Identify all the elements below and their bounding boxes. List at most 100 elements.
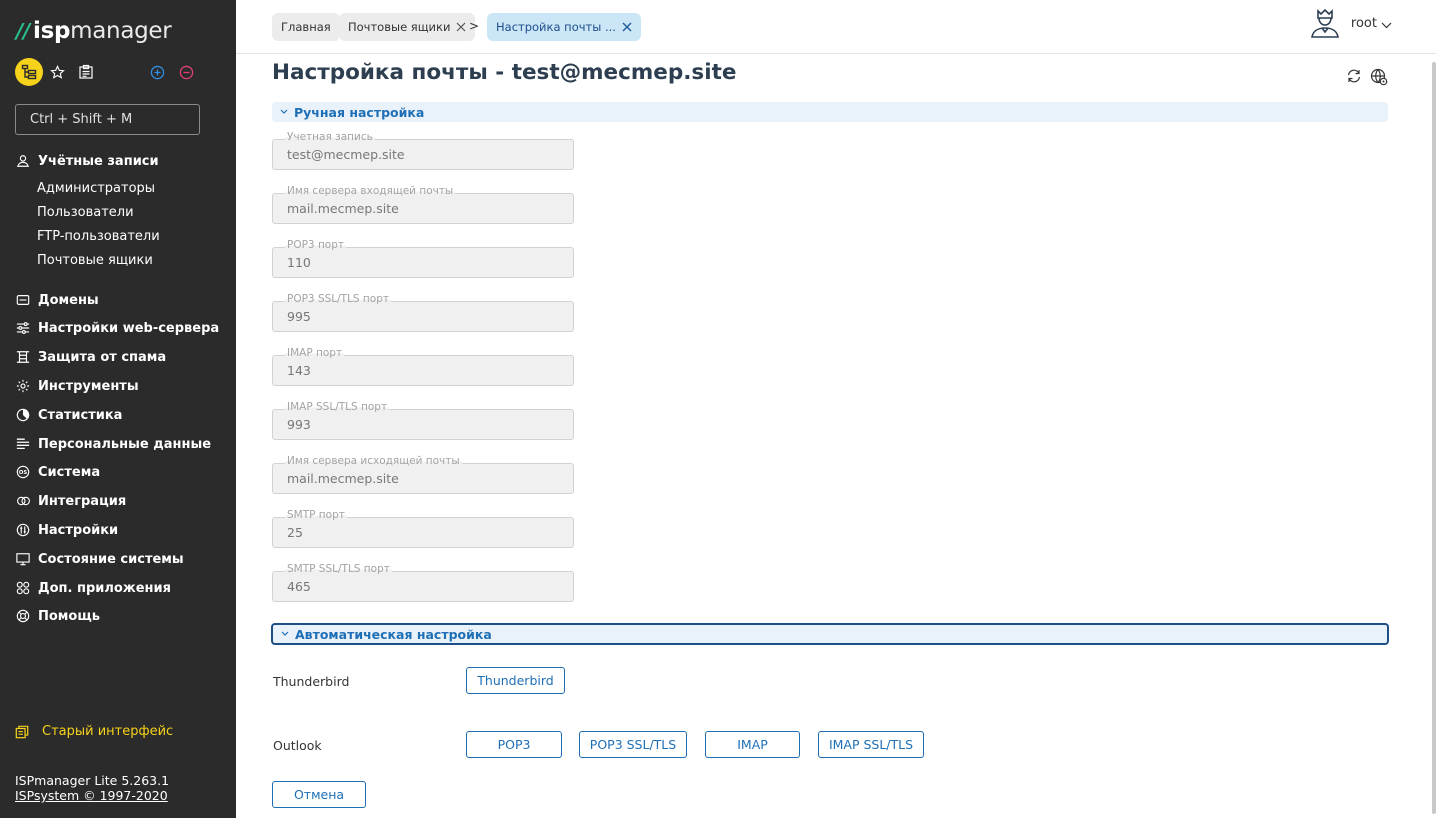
apps-icon — [15, 580, 31, 596]
os-icon: OS — [15, 464, 31, 480]
sidebar-item-help[interactable]: Помощь — [0, 605, 236, 627]
globe-settings-icon[interactable] — [1370, 68, 1388, 90]
clipboard-button[interactable] — [72, 58, 100, 86]
sidebar-item-label: Помощь — [38, 608, 100, 624]
field-label: Имя сервера исходящей почты — [285, 455, 462, 467]
sidebar-item-label: Домены — [38, 292, 99, 308]
field-label: POP3 SSL/TLS порт — [285, 293, 392, 305]
favorites-button[interactable] — [43, 58, 71, 86]
sidebar-item-webserver[interactable]: Настройки web-сервера — [0, 317, 236, 339]
old-interface-icon — [15, 725, 29, 738]
expand-all-button[interactable] — [143, 58, 171, 86]
menu-search-input[interactable]: Ctrl + Shift + M — [15, 104, 200, 135]
sidebar-item-label: Персональные данные — [38, 436, 212, 452]
imap-ssl-port-field[interactable]: IMAP SSL/TLS порт 993 — [272, 401, 574, 440]
tab-label: Почтовые ящики — [348, 20, 451, 34]
thunderbird-button[interactable]: Thunderbird — [466, 667, 565, 694]
sidebar-subitem-admins[interactable]: Администраторы — [37, 178, 155, 198]
copyright-link[interactable]: ISPsystem © 1997-2020 — [15, 788, 169, 803]
logo-manager: manager — [70, 18, 172, 44]
imap-port-field[interactable]: IMAP порт 143 — [272, 347, 574, 386]
sidebar-item-settings[interactable]: Настройки — [0, 519, 236, 541]
account-field[interactable]: Учетная запись test@mecmep.site — [272, 131, 574, 170]
field-value: 25 — [287, 525, 303, 540]
section-title: Ручная настройка — [294, 104, 425, 120]
smtp-ssl-port-field[interactable]: SMTP SSL/TLS порт 465 — [272, 563, 574, 602]
monitor-icon — [15, 551, 31, 567]
field-label: SMTP порт — [285, 509, 347, 521]
chevron-down-icon — [281, 631, 289, 637]
field-label: POP3 порт — [285, 239, 347, 251]
breadcrumb-separator: > — [469, 19, 480, 33]
spam-icon — [15, 349, 31, 365]
user-menu[interactable]: root — [1309, 7, 1392, 39]
sidebar-item-domains[interactable]: Домены — [0, 289, 236, 311]
sidebar-item-statistics[interactable]: Статистика — [0, 404, 236, 426]
svg-text:OS: OS — [19, 470, 27, 476]
sidebar-item-accounts[interactable]: Учётные записи — [0, 150, 236, 172]
main-content: Настройка почты - test@mecmep.site Ручна… — [236, 54, 1436, 818]
field-value: 995 — [287, 309, 311, 324]
tab-mailboxes[interactable]: Почтовые ящики — [339, 13, 476, 41]
outgoing-server-field[interactable]: Имя сервера исходящей почты mail.mecmep.… — [272, 455, 574, 494]
incoming-server-field[interactable]: Имя сервера входящей почты mail.mecmep.s… — [272, 185, 574, 224]
old-interface-link[interactable]: Старый интерфейс — [15, 724, 173, 739]
outlook-imap-ssl-button[interactable]: IMAP SSL/TLS — [818, 731, 924, 758]
cancel-button[interactable]: Отмена — [272, 781, 366, 808]
sidebar-item-label: Система — [38, 464, 101, 480]
integration-icon — [15, 493, 31, 509]
sidebar-item-system-status[interactable]: Состояние системы — [0, 548, 236, 570]
sidebar-subitem-ftp-users[interactable]: FTP-пользователи — [37, 226, 160, 246]
pop3-port-field[interactable]: POP3 порт 110 — [272, 239, 574, 278]
logo[interactable]: // isp manager — [16, 18, 172, 44]
old-interface-label: Старый интерфейс — [42, 724, 174, 739]
version-text: ISPmanager Lite 5.263.1 — [15, 773, 170, 788]
tab-label: Главная — [281, 20, 331, 34]
auto-settings-section[interactable]: Автоматическая настройка — [271, 623, 1389, 645]
sidebar-item-label: Доп. приложения — [38, 580, 171, 596]
chevron-down-icon — [280, 109, 288, 115]
field-value: 993 — [287, 417, 311, 432]
page-title: Настройка почты - test@mecmep.site — [272, 60, 737, 85]
field-label: IMAP порт — [285, 347, 345, 359]
field-label: SMTP SSL/TLS порт — [285, 563, 392, 575]
sidebar-item-personal-data[interactable]: Персональные данные — [0, 433, 236, 455]
outlook-pop3-button[interactable]: POP3 — [466, 731, 562, 758]
plus-circle-icon — [150, 65, 164, 79]
outlook-imap-button[interactable]: IMAP — [705, 731, 800, 758]
smtp-port-field[interactable]: SMTP порт 25 — [272, 509, 574, 548]
gear-icon — [15, 378, 31, 394]
menu-tree-button[interactable] — [15, 58, 43, 86]
tab-home[interactable]: Главная — [272, 13, 340, 41]
header: Главная Почтовые ящики > Настройка почты… — [236, 0, 1436, 54]
field-value: mail.mecmep.site — [287, 201, 399, 216]
sidebar-subitem-mailboxes[interactable]: Почтовые ящики — [37, 250, 153, 270]
sidebar-item-tools[interactable]: Инструменты — [0, 375, 236, 397]
field-label: IMAP SSL/TLS порт — [285, 401, 390, 413]
close-icon[interactable] — [622, 22, 632, 32]
refresh-icon[interactable] — [1346, 68, 1362, 90]
sidebar-item-apps[interactable]: Доп. приложения — [0, 577, 236, 599]
sidebar-item-system[interactable]: OS Система — [0, 461, 236, 483]
pop3-ssl-port-field[interactable]: POP3 SSL/TLS порт 995 — [272, 293, 574, 332]
scrollbar[interactable] — [1432, 62, 1436, 814]
sidebar-item-spam[interactable]: Защита от спама — [0, 346, 236, 368]
close-icon[interactable] — [456, 22, 466, 32]
star-icon — [49, 64, 65, 79]
sidebar: // isp manager Ctrl + Shift + M Учётные … — [0, 0, 236, 818]
sliders-icon — [15, 320, 31, 336]
manual-settings-section[interactable]: Ручная настройка — [272, 102, 1388, 122]
outlook-pop3-ssl-button[interactable]: POP3 SSL/TLS — [579, 731, 687, 758]
tab-mail-settings[interactable]: Настройка почты ... — [487, 13, 641, 41]
help-icon — [15, 608, 31, 624]
version-info: ISPmanager Lite 5.263.1 ISPsystem © 1997… — [15, 773, 169, 803]
sidebar-item-label: Учётные записи — [38, 153, 159, 169]
collapse-all-button[interactable] — [172, 58, 200, 86]
sidebar-item-integration[interactable]: Интеграция — [0, 490, 236, 512]
pie-chart-icon — [15, 407, 31, 423]
clipboard-icon — [79, 64, 93, 79]
field-value: 465 — [287, 579, 311, 594]
section-title: Автоматическая настройка — [295, 626, 492, 642]
sidebar-subitem-users[interactable]: Пользователи — [37, 202, 134, 222]
logo-isp: isp — [33, 18, 71, 44]
